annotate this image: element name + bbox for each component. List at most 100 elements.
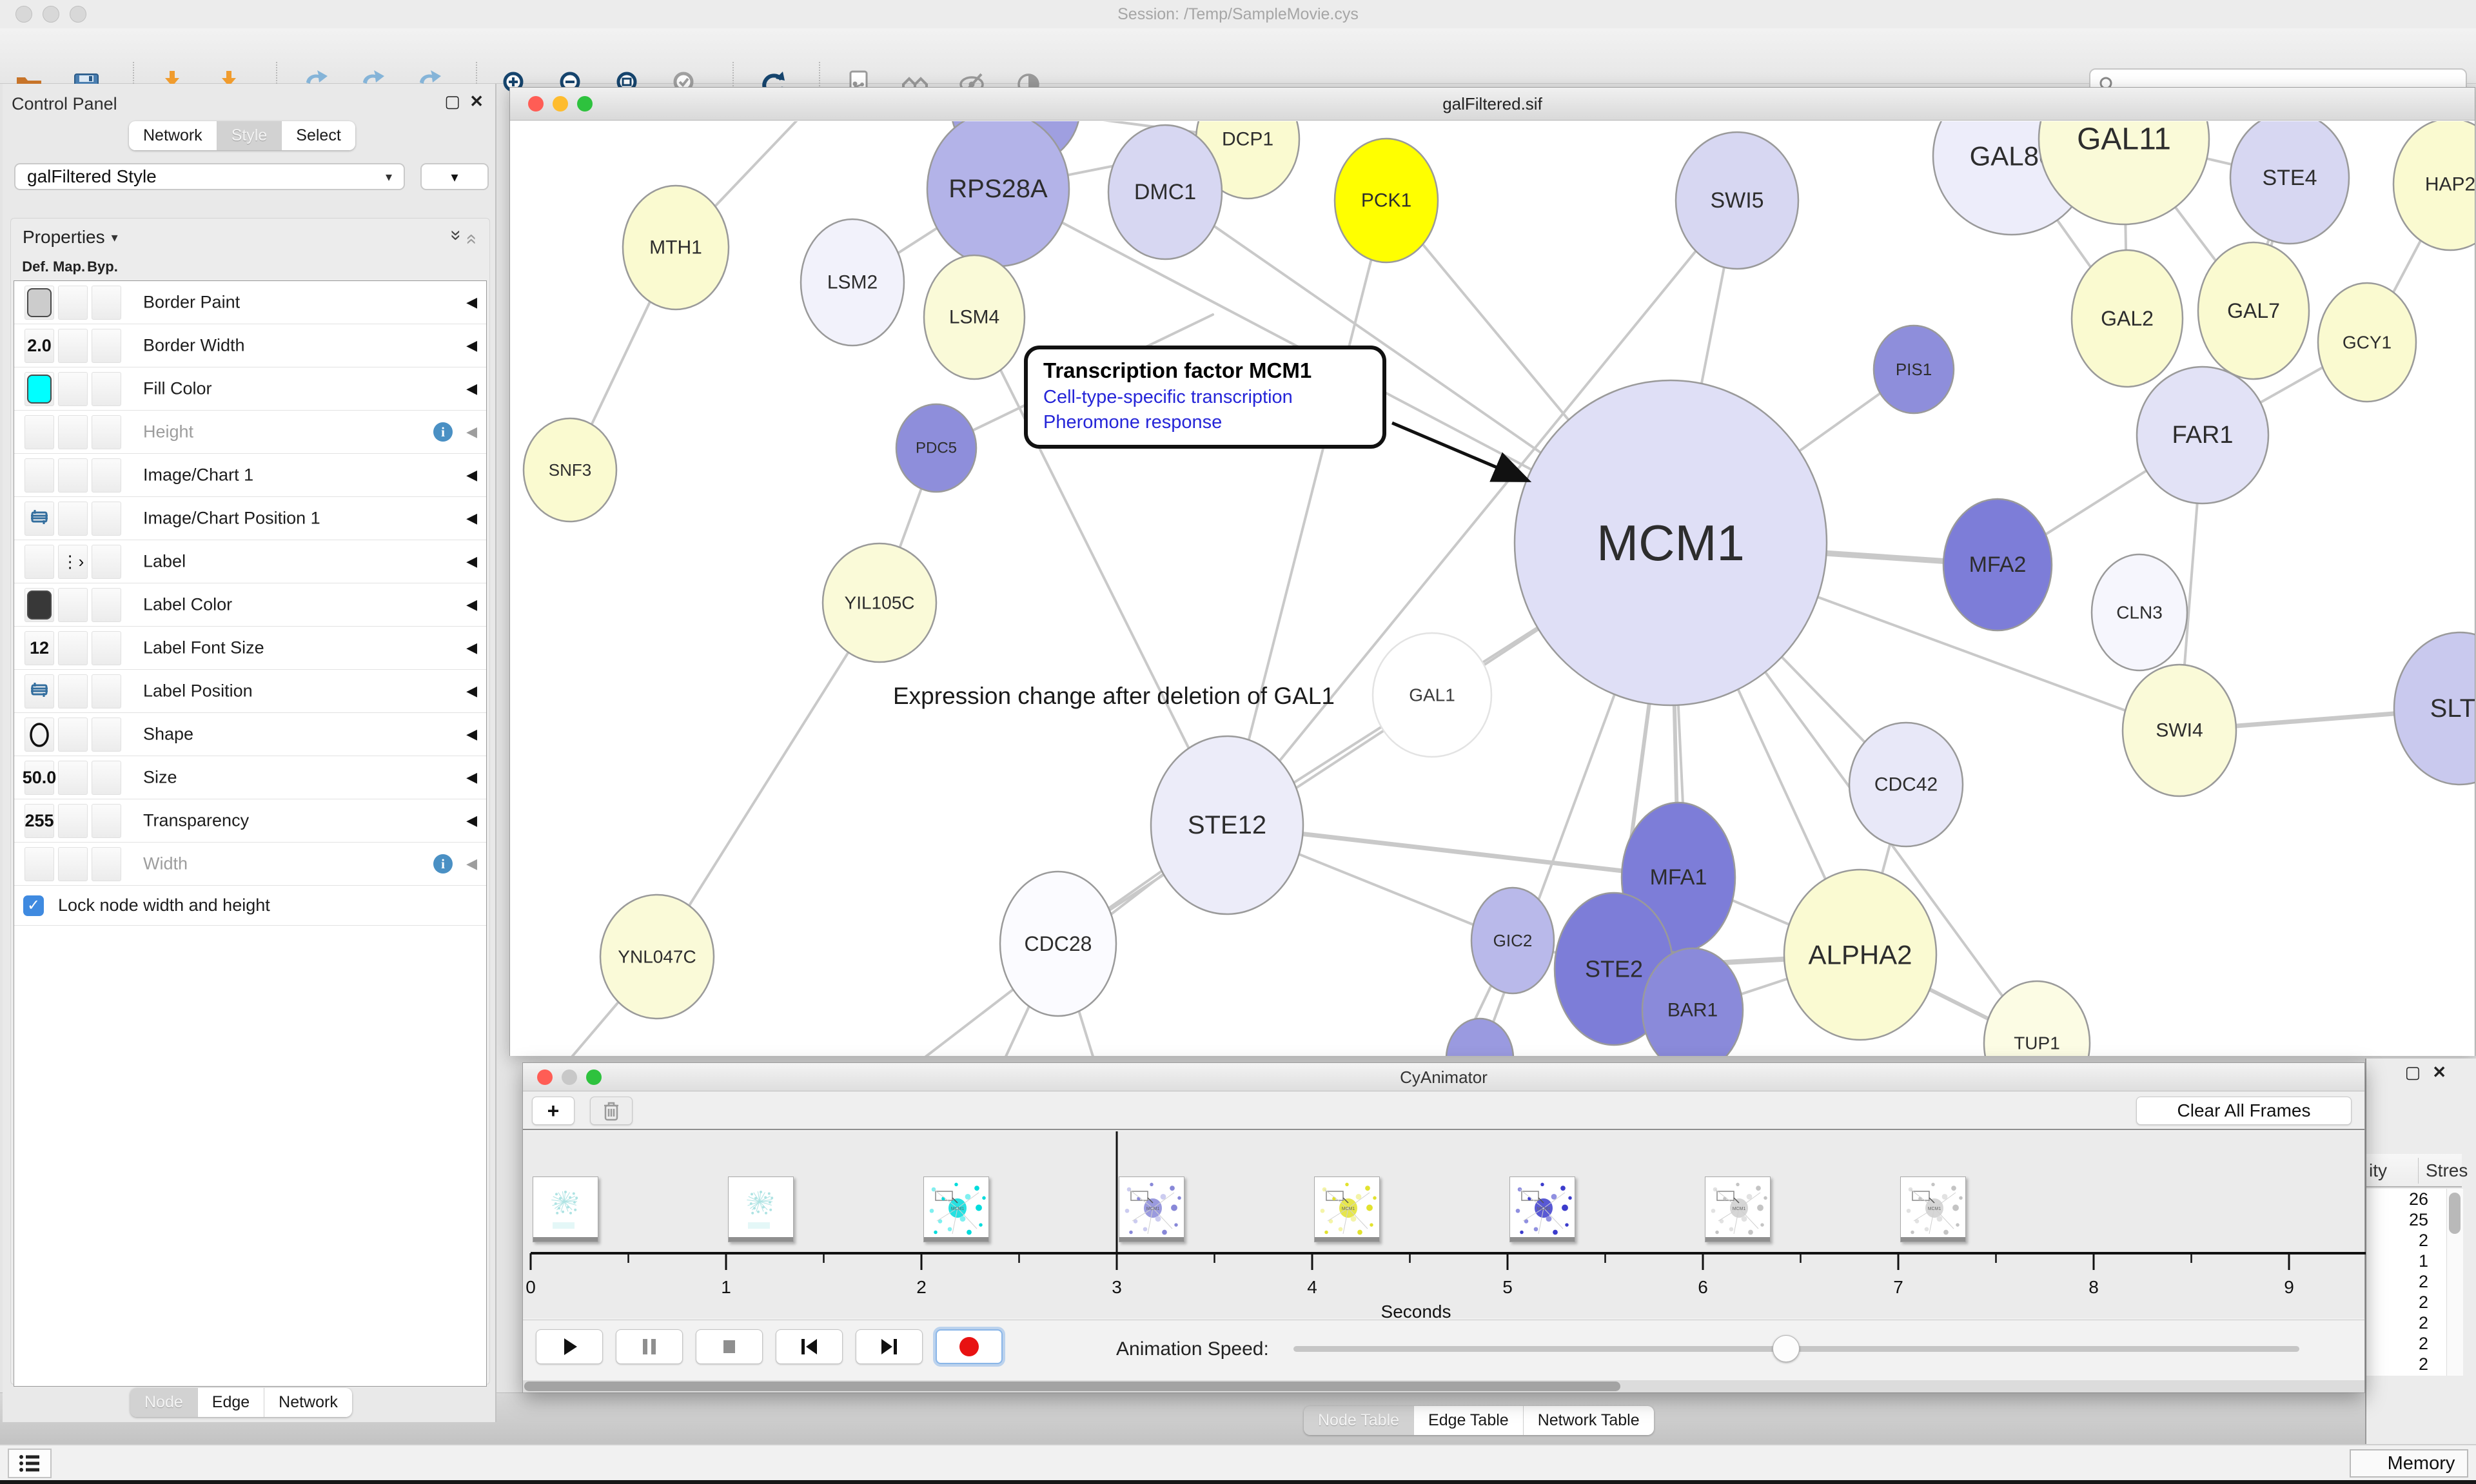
tab-network[interactable]: Network [129,121,217,150]
table-row[interactable]: 2 [2366,1292,2446,1313]
network-node-ALPHA2[interactable]: ALPHA2 [1784,870,1936,1040]
info-icon[interactable]: i [433,422,453,442]
panel-tab-network[interactable]: Network [264,1388,352,1417]
network-node-STE4[interactable]: STE4 [2230,121,2349,244]
bypass-cell[interactable] [92,761,121,795]
expand-property-icon[interactable]: ◀ [466,683,477,699]
mapping-cell[interactable] [58,372,88,406]
bypass-cell[interactable] [92,502,121,536]
expand-property-icon[interactable]: ◀ [466,553,477,570]
table-tab-edge-table[interactable]: Edge Table [1414,1406,1524,1435]
network-node-PIS1[interactable]: PIS1 [1874,326,1954,413]
expand-property-icon[interactable]: ◀ [466,424,477,440]
control-panel-close-icon[interactable]: ✕ [469,92,484,112]
network-node-GAL1[interactable]: GAL1 [1373,633,1491,757]
property-row-border-width[interactable]: 2.0Border Width◀ [14,324,486,367]
property-row-label[interactable]: ⋮›Label◀ [14,540,486,583]
property-row-transparency[interactable]: 255Transparency◀ [14,799,486,843]
default-value-cell[interactable] [25,718,54,752]
cyanimator-minimize-icon[interactable] [562,1069,577,1085]
property-row-width[interactable]: Widthi◀ [14,843,486,886]
network-node-HAP2[interactable]: HAP2 [2393,121,2475,250]
skip-end-button[interactable] [856,1329,923,1364]
network-node-GAL7[interactable]: GAL7 [2198,242,2309,379]
table-scrollbar[interactable] [2446,1189,2463,1376]
expand-property-icon[interactable]: ◀ [466,337,477,354]
mapping-cell[interactable] [58,718,88,752]
network-node-YNL047C[interactable]: YNL047C [600,895,714,1019]
bypass-cell[interactable] [92,847,121,881]
table-row[interactable]: 2 [2366,1271,2446,1292]
network-node-LSM4[interactable]: LSM4 [924,255,1025,379]
tab-style[interactable]: Style [217,121,282,150]
panel-tab-node[interactable]: Node [130,1388,198,1417]
default-value-cell[interactable]: 255 [25,804,54,838]
network-node-RPS28A[interactable]: RPS28A [927,121,1069,266]
property-row-image-chart-1[interactable]: Image/Chart 1◀ [14,454,486,497]
table-panel-close-icon[interactable]: ✕ [2432,1062,2458,1082]
expand-property-icon[interactable]: ◀ [466,510,477,527]
network-node-CLN3[interactable]: CLN3 [2092,554,2187,670]
cyanimator-title-bar[interactable]: CyAnimator [523,1063,2364,1091]
expand-property-icon[interactable]: ◀ [466,596,477,613]
default-value-cell[interactable]: 2.0 [25,329,54,363]
network-node-NODEP[interactable] [1446,1019,1513,1056]
table-row[interactable]: 2 [2366,1313,2446,1333]
network-node-LSM2[interactable]: LSM2 [801,219,904,346]
style-options-button[interactable]: ▾ [420,163,489,190]
property-row-fill-color[interactable]: Fill Color◀ [14,367,486,411]
default-value-cell[interactable] [25,286,54,320]
mapping-cell[interactable] [58,588,88,622]
bypass-cell[interactable] [92,718,121,752]
network-node-GIC2[interactable]: GIC2 [1471,888,1554,993]
expand-property-icon[interactable]: ◀ [466,639,477,656]
network-node-PCK1[interactable]: PCK1 [1335,139,1438,262]
network-window-title-bar[interactable]: galFiltered.sif [510,88,2475,121]
bypass-cell[interactable] [92,631,121,665]
collapse-all-icon[interactable]: » [460,230,482,245]
mapping-cell[interactable] [58,415,88,449]
table-row[interactable]: 2 [2366,1230,2446,1251]
annotation-callout[interactable]: Transcription factor MCM1 Cell-type-spec… [1024,346,1386,449]
default-value-cell[interactable] [25,674,54,708]
network-zoom-icon[interactable] [577,96,593,112]
mapping-cell[interactable] [58,458,88,493]
bypass-cell[interactable] [92,588,121,622]
network-node-MFA2[interactable]: MFA2 [1943,499,2052,630]
mapping-cell[interactable] [58,286,88,320]
table-column-ity[interactable]: ity [2369,1160,2387,1181]
stop-button[interactable] [696,1329,763,1364]
network-node-SWI4[interactable]: SWI4 [2123,665,2236,796]
table-tab-node-table[interactable]: Node Table [1304,1406,1414,1435]
default-value-cell[interactable]: 50.0 [25,761,54,795]
network-node-CDC28[interactable]: CDC28 [1000,872,1116,1016]
property-row-border-paint[interactable]: Border Paint◀ [14,281,486,324]
pause-button[interactable] [616,1329,683,1364]
property-row-label-font-size[interactable]: 12Label Font Size◀ [14,627,486,670]
network-node-SLT2[interactable]: SLT2 [2394,632,2475,785]
property-row-size[interactable]: 50.0Size◀ [14,756,486,799]
delete-frame-button[interactable] [590,1097,633,1125]
default-value-cell[interactable] [25,847,54,881]
default-value-cell[interactable] [25,588,54,622]
network-node-FAR1[interactable]: FAR1 [2137,367,2268,503]
callout-link[interactable]: Cell-type-specific transcription [1043,387,1376,408]
property-row-label-color[interactable]: Label Color◀ [14,583,486,627]
bypass-cell[interactable] [92,372,121,406]
expand-property-icon[interactable]: ◀ [466,769,477,786]
bypass-cell[interactable] [92,415,121,449]
network-node-GAL2[interactable]: GAL2 [2072,250,2183,387]
table-row[interactable]: 2 [2366,1333,2446,1354]
property-row-shape[interactable]: Shape◀ [14,713,486,756]
table-row[interactable]: 2 [2366,1354,2446,1374]
network-node-SWI5[interactable]: SWI5 [1676,132,1798,269]
skip-start-button[interactable] [776,1329,843,1364]
slider-knob[interactable] [1773,1335,1800,1362]
expand-property-icon[interactable]: ◀ [466,855,477,872]
mapping-cell[interactable] [58,674,88,708]
network-node-PDC5[interactable]: PDC5 [896,404,976,492]
table-row[interactable]: 26 [2366,1189,2446,1209]
bypass-cell[interactable] [92,329,121,363]
default-value-cell[interactable]: 12 [25,631,54,665]
timeline-area[interactable]: MCM1MCM1MCM1MCM1MCM1MCM1 0123456789Secon… [523,1131,2364,1318]
